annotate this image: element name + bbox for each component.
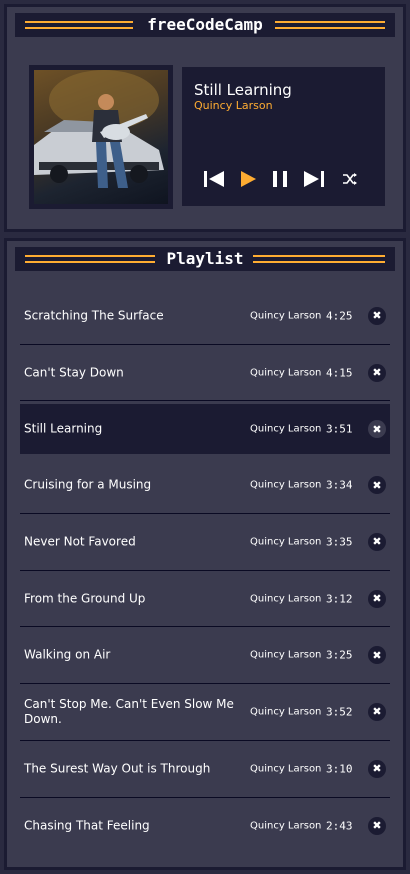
playlist-song[interactable]: Scratching The Surface Quincy Larson 4:25 ✖ — [20, 288, 390, 345]
song-artist: Quincy Larson — [250, 479, 322, 491]
playlist-song[interactable]: Never Not Favored Quincy Larson 3:35 ✖ — [20, 514, 390, 571]
shuffle-icon[interactable] — [338, 167, 362, 191]
song-duration: 3:34 — [326, 478, 353, 492]
playlist-song[interactable]: Chasing That Feeling Quincy Larson 2:43 ✖ — [20, 798, 390, 855]
playlist-song[interactable]: Cruising for a Musing Quincy Larson 3:34 ✖ — [20, 457, 390, 515]
song-artist: Quincy Larson — [250, 310, 322, 322]
playlist-song[interactable]: Still Learning Quincy Larson 3:51 ✖ — [20, 404, 390, 455]
album-art-image — [34, 70, 168, 204]
skip-previous-icon[interactable] — [202, 167, 226, 191]
song-duration: 3:12 — [326, 592, 353, 606]
playlist-song[interactable]: The Surest Way Out is Through Quincy Lars… — [20, 741, 390, 798]
playlist-songs: Scratching The Surface Quincy Larson 4:25 ✖… — [20, 288, 390, 854]
now-playing-title: Still Learning — [194, 81, 292, 99]
song-artist: Quincy Larson — [250, 706, 322, 718]
close-icon[interactable]: ✖ — [368, 646, 386, 665]
song-duration: 4:25 — [326, 309, 353, 323]
close-icon[interactable]: ✖ — [368, 532, 386, 551]
song-artist: Quincy Larson — [250, 423, 322, 435]
now-playing-artist: Quincy Larson — [194, 99, 273, 112]
close-icon[interactable]: ✖ — [368, 589, 386, 608]
song-artist: Quincy Larson — [250, 536, 322, 548]
song-title[interactable]: Can't Stay Down — [24, 365, 244, 380]
song-title[interactable]: Scratching The Surface — [24, 308, 244, 323]
player-panel: freeCodeCamp Still Learning Quincy Larso… — [4, 4, 406, 232]
close-icon[interactable]: ✖ — [368, 759, 386, 778]
close-icon[interactable]: ✖ — [368, 306, 386, 325]
now-playing-display: Still Learning Quincy Larson — [182, 67, 385, 206]
close-icon[interactable]: ✖ — [368, 363, 386, 382]
player-title-bar: freeCodeCamp — [15, 13, 395, 37]
song-title[interactable]: From the Ground Up — [24, 591, 244, 606]
song-artist: Quincy Larson — [250, 593, 322, 605]
song-title[interactable]: Can't Stop Me. Can't Even Slow Me Down. — [24, 697, 244, 727]
app-title: freeCodeCamp — [139, 15, 271, 34]
song-artist: Quincy Larson — [250, 367, 322, 379]
song-title[interactable]: Cruising for a Musing — [24, 478, 244, 493]
song-duration: 3:51 — [326, 422, 353, 436]
song-duration: 2:43 — [326, 819, 353, 833]
song-title[interactable]: Still Learning — [24, 422, 244, 437]
song-title[interactable]: Never Not Favored — [24, 534, 244, 549]
album-art — [29, 65, 173, 209]
close-icon[interactable]: ✖ — [368, 476, 386, 495]
playlist-heading: Playlist — [158, 249, 252, 268]
song-artist: Quincy Larson — [250, 763, 322, 775]
song-duration: 3:10 — [326, 762, 353, 776]
song-title[interactable]: The Surest Way Out is Through — [24, 761, 244, 776]
playlist-song[interactable]: From the Ground Up Quincy Larson 3:12 ✖ — [20, 571, 390, 628]
song-artist: Quincy Larson — [250, 649, 322, 661]
song-title[interactable]: Walking on Air — [24, 648, 244, 663]
close-icon[interactable]: ✖ — [368, 420, 386, 439]
playlist-panel: Playlist Scratching The Surface Quincy La… — [4, 238, 406, 870]
skip-next-icon[interactable] — [302, 167, 326, 191]
playlist-song[interactable]: Can't Stay Down Quincy Larson 4:15 ✖ — [20, 345, 390, 402]
playlist-song[interactable]: Can't Stop Me. Can't Even Slow Me Down. Q… — [20, 684, 390, 741]
close-icon[interactable]: ✖ — [368, 816, 386, 835]
playlist-song[interactable]: Walking on Air Quincy Larson 3:25 ✖ — [20, 627, 390, 685]
song-title[interactable]: Chasing That Feeling — [24, 818, 244, 833]
song-duration: 4:15 — [326, 366, 353, 380]
song-artist: Quincy Larson — [250, 820, 322, 832]
pause-icon[interactable] — [268, 167, 292, 191]
song-duration: 3:35 — [326, 535, 353, 549]
song-duration: 3:25 — [326, 648, 353, 662]
close-icon[interactable]: ✖ — [368, 702, 386, 721]
play-icon[interactable] — [236, 167, 260, 191]
song-duration: 3:52 — [326, 705, 353, 719]
playlist-title-bar: Playlist — [15, 247, 395, 271]
